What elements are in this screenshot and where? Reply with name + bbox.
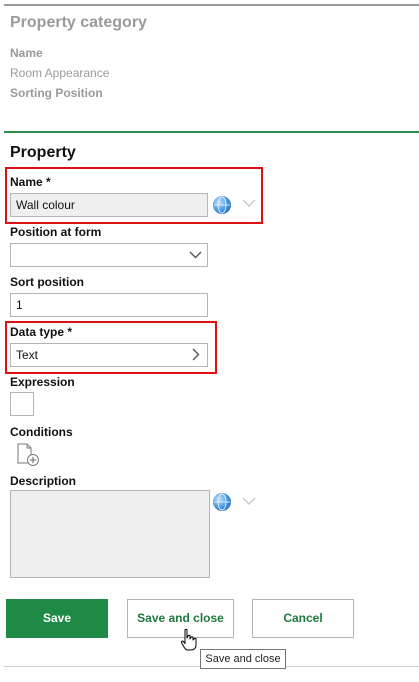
- save-button[interactable]: Save: [6, 599, 108, 638]
- hand-cursor-icon: [180, 628, 197, 651]
- cancel-button[interactable]: Cancel: [252, 599, 354, 638]
- name-field[interactable]: Wall colour: [10, 193, 208, 217]
- section-divider: [4, 131, 419, 133]
- name-label: Name *: [10, 175, 51, 189]
- expression-checkbox[interactable]: [10, 392, 34, 416]
- top-divider: [4, 4, 419, 6]
- sort-position-field[interactable]: 1: [10, 293, 208, 317]
- chevron-down-icon[interactable]: [189, 251, 202, 259]
- datatype-field[interactable]: Text: [10, 343, 208, 367]
- chevron-right-icon[interactable]: [192, 348, 200, 361]
- document-add-icon[interactable]: [16, 443, 42, 467]
- category-sorting-label: Sorting Position: [10, 86, 103, 100]
- expression-label: Expression: [10, 375, 75, 389]
- description-label: Description: [10, 474, 77, 488]
- position-label: Position at form: [10, 225, 102, 239]
- description-textarea[interactable]: [10, 490, 210, 578]
- category-name-label: Name: [10, 46, 43, 60]
- category-name-value: Room Appearance: [10, 66, 110, 80]
- position-select[interactable]: [10, 243, 208, 267]
- datatype-label: Data type *: [10, 325, 73, 339]
- globe-icon[interactable]: [213, 196, 231, 214]
- tooltip: Save and close: [200, 649, 286, 669]
- conditions-label: Conditions: [10, 425, 73, 439]
- property-section-title: Property: [10, 144, 76, 161]
- chevron-down-icon[interactable]: [242, 199, 256, 208]
- sort-position-label: Sort position: [10, 275, 84, 289]
- globe-icon[interactable]: [213, 493, 231, 511]
- chevron-down-icon[interactable]: [242, 497, 256, 506]
- category-section-title: Property category: [10, 14, 147, 31]
